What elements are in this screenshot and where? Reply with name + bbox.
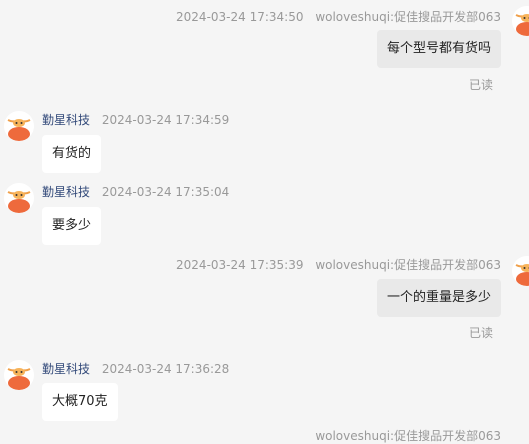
message-sender: woloveshuqi:促佳搜品开发部063: [315, 10, 501, 24]
message-meta: 勤星科技 2024-03-24 17:35:04: [42, 183, 229, 200]
message-time: 2024-03-24 17:36:28: [102, 362, 229, 376]
message-bubble[interactable]: 一个的重量是多少: [377, 279, 501, 317]
cartoon-bull-avatar-icon: [4, 111, 34, 141]
message-time: 2024-03-24 17:34:59: [102, 113, 229, 127]
read-status: 已读: [469, 76, 493, 93]
message-sender: woloveshuqi:促佳搜品开发部063: [315, 429, 501, 443]
message-bubble[interactable]: 每个型号都有货吗: [377, 30, 501, 68]
avatar[interactable]: [4, 183, 34, 213]
message-bubble[interactable]: 大概70克: [42, 383, 118, 421]
cartoon-bull-avatar-icon: [512, 256, 529, 286]
message-meta-partial: woloveshuqi:促佳搜品开发部063: [307, 427, 501, 444]
message-sender: 勤星科技: [42, 362, 90, 376]
message-time: 2024-03-24 17:35:04: [102, 185, 229, 199]
message-meta: 2024-03-24 17:35:39 woloveshuqi:促佳搜品开发部0…: [176, 256, 501, 273]
message-bubble[interactable]: 要多少: [42, 207, 101, 245]
message-sender: woloveshuqi:促佳搜品开发部063: [315, 258, 501, 272]
avatar[interactable]: [512, 256, 529, 286]
message-sender: 勤星科技: [42, 185, 90, 199]
message-time: 2024-03-24 17:34:50: [176, 10, 303, 24]
message-meta: 2024-03-24 17:34:50 woloveshuqi:促佳搜品开发部0…: [176, 8, 501, 25]
message-bubble[interactable]: 有货的: [42, 135, 101, 173]
message-meta: 勤星科技 2024-03-24 17:36:28: [42, 360, 229, 377]
cartoon-bull-avatar-icon: [4, 360, 34, 390]
message-time: 2024-03-24 17:35:39: [176, 258, 303, 272]
message-sender: 勤星科技: [42, 113, 90, 127]
avatar[interactable]: [4, 360, 34, 390]
avatar[interactable]: [4, 111, 34, 141]
cartoon-bull-avatar-icon: [4, 183, 34, 213]
avatar[interactable]: [512, 6, 529, 36]
cartoon-bull-avatar-icon: [512, 6, 529, 36]
message-meta: 勤星科技 2024-03-24 17:34:59: [42, 111, 229, 128]
read-status: 已读: [469, 324, 493, 341]
